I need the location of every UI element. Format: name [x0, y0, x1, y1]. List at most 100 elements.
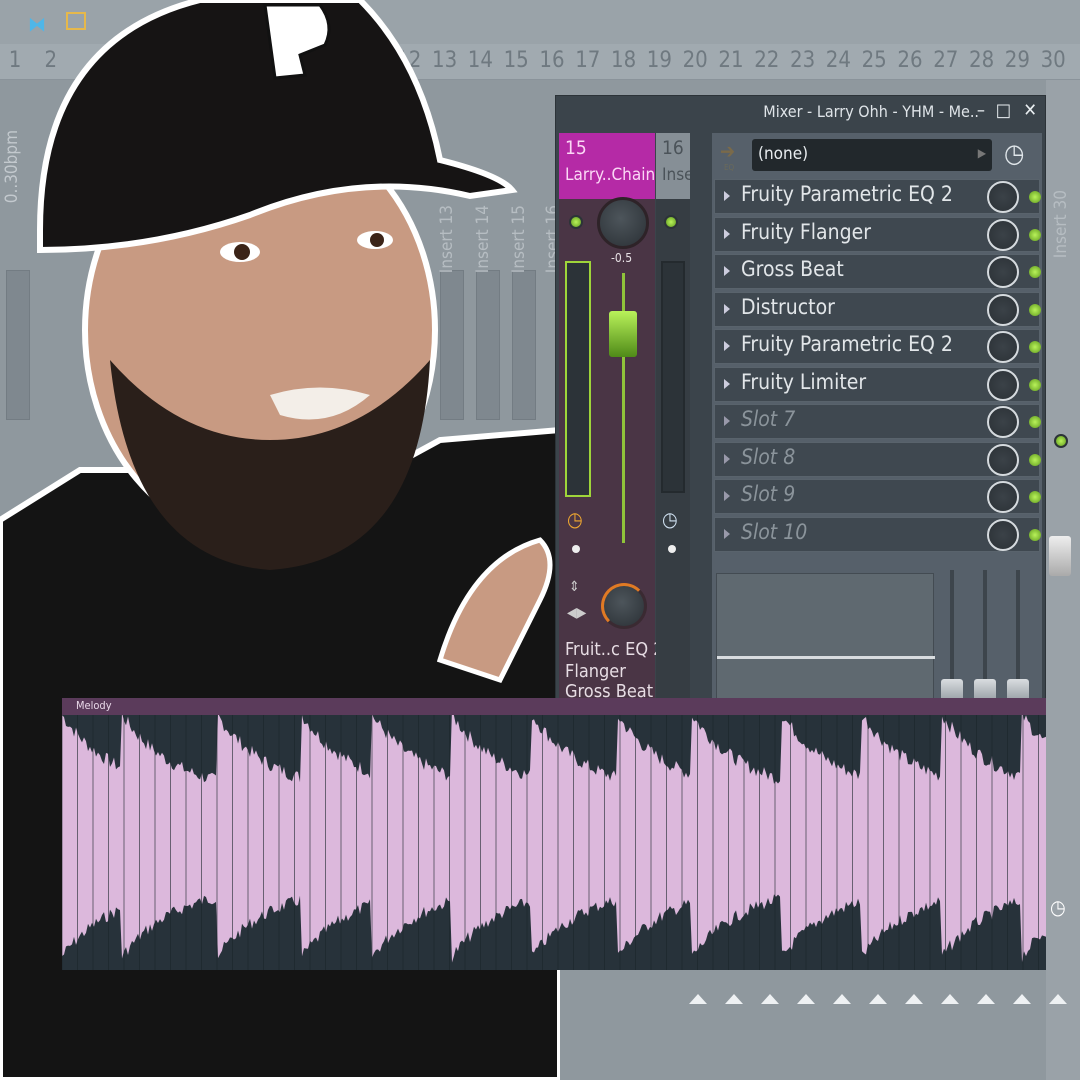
- strip-number: 16: [662, 137, 684, 159]
- mixer-window: Mixer - Larry Ohh - YHM - Me.. – □ ✕ 15 …: [555, 95, 1046, 705]
- slot-enable-led[interactable]: [1029, 416, 1041, 428]
- expand-arrow-icon[interactable]: [724, 341, 730, 351]
- expand-arrow-icon[interactable]: [724, 378, 730, 389]
- slot-enable-led[interactable]: [1029, 228, 1041, 241]
- eq-route-icon[interactable]: ➔: [720, 139, 735, 163]
- clock-icon[interactable]: ◷: [662, 507, 678, 531]
- mix-knob[interactable]: [987, 481, 1019, 513]
- maximize-button[interactable]: □: [996, 100, 1011, 121]
- expand-arrow-icon[interactable]: [724, 303, 730, 314]
- up-arrow-icon[interactable]: [833, 994, 851, 1004]
- eq-graph[interactable]: [716, 573, 935, 703]
- up-arrow-icon[interactable]: [689, 994, 707, 1004]
- chevron-right-icon: ▶: [977, 146, 986, 160]
- mix-knob[interactable]: [987, 406, 1019, 438]
- close-button[interactable]: ✕: [1023, 100, 1037, 121]
- up-arrow-icon[interactable]: [1049, 994, 1067, 1004]
- mix-knob[interactable]: [987, 518, 1019, 551]
- bar-number: 30: [1040, 48, 1066, 73]
- mute-led[interactable]: [569, 215, 583, 229]
- bar-number: 17: [575, 48, 601, 73]
- fx-slot[interactable]: Fruity Parametric EQ 2: [714, 329, 1041, 364]
- mix-knob[interactable]: [987, 293, 1019, 326]
- insert-label: Insert 14: [473, 205, 493, 274]
- preset-dropdown[interactable]: (none) ▶: [752, 139, 992, 171]
- fx-slot[interactable]: Gross Beat: [714, 254, 1041, 289]
- slot-name: Slot 7: [741, 407, 796, 431]
- slot-enable-led[interactable]: [1029, 303, 1041, 316]
- expand-arrow-icon[interactable]: [724, 266, 730, 276]
- pan-knob[interactable]: [597, 197, 649, 249]
- strip-header[interactable]: 15 Larry..Chain: [559, 133, 655, 199]
- clock-icon[interactable]: ◷: [1050, 895, 1066, 919]
- mix-knob[interactable]: [987, 331, 1019, 363]
- fx-slot[interactable]: Slot 8: [714, 441, 1041, 477]
- strip-header[interactable]: 16 Insert 16: [656, 133, 690, 199]
- up-arrow-icon[interactable]: [941, 994, 959, 1004]
- expand-arrow-icon[interactable]: [724, 191, 730, 201]
- clock-icon[interactable]: ◷: [1004, 139, 1024, 169]
- slot-enable-led[interactable]: [1029, 491, 1041, 503]
- mix-knob[interactable]: [987, 368, 1019, 401]
- mute-led[interactable]: [1054, 434, 1068, 448]
- mute-led[interactable]: [664, 215, 678, 229]
- up-arrow-icon[interactable]: [905, 994, 923, 1004]
- up-arrow-icon[interactable]: [977, 994, 995, 1004]
- mixer-strip-15[interactable]: 15 Larry..Chain -0.5 ◷ ⇕ ◀▶ Fruit..c EQ …: [559, 133, 664, 702]
- slot-enable-led[interactable]: [1029, 341, 1041, 353]
- expand-arrow-icon[interactable]: [724, 453, 730, 464]
- up-arrow-icon[interactable]: [761, 994, 779, 1004]
- expand-arrow-icon[interactable]: [724, 491, 730, 501]
- bar-number: 28: [969, 48, 995, 73]
- mix-knob[interactable]: [987, 218, 1019, 251]
- slot-enable-led[interactable]: [1029, 528, 1041, 541]
- strip-number: 15: [565, 137, 587, 159]
- fx-slot[interactable]: Distructor: [714, 291, 1041, 327]
- fx-slot[interactable]: Slot 9: [714, 479, 1041, 514]
- fx-slot[interactable]: Fruity Flanger: [714, 216, 1041, 252]
- phase-icon[interactable]: ◀▶: [567, 605, 586, 621]
- volume-fader[interactable]: [609, 311, 637, 357]
- slot-enable-led[interactable]: [1029, 453, 1041, 466]
- volume-fader[interactable]: [1049, 536, 1071, 576]
- up-arrow-icon[interactable]: [1013, 994, 1031, 1004]
- mixer-title: Mixer - Larry Ohh - YHM - Me..: [763, 102, 979, 121]
- peak-meter: [565, 261, 591, 497]
- clock-icon[interactable]: ◷: [567, 507, 583, 531]
- slot-enable-led[interactable]: [1029, 266, 1041, 278]
- stereo-knob[interactable]: [601, 583, 647, 629]
- strip-name: Larry..Chain: [565, 165, 656, 185]
- strip-name: Insert 16: [662, 165, 690, 185]
- minimize-button[interactable]: –: [977, 100, 985, 121]
- mix-knob[interactable]: [987, 181, 1019, 213]
- clip-header[interactable]: Melody: [62, 698, 1046, 715]
- mixer-strip-16[interactable]: 16 Insert 16 ◷: [656, 133, 690, 701]
- slot-enable-led[interactable]: [1029, 378, 1041, 391]
- expand-arrow-icon[interactable]: [724, 416, 730, 426]
- up-arrow-icon[interactable]: [869, 994, 887, 1004]
- mix-knob[interactable]: [987, 443, 1019, 476]
- dot-icon: [668, 545, 676, 553]
- fx-slot[interactable]: Fruity Parametric EQ 2: [714, 179, 1041, 214]
- fx-slot[interactable]: Slot 7: [714, 404, 1041, 439]
- slot-name: Slot 10: [741, 519, 808, 544]
- eq-curve: [717, 656, 935, 659]
- peak-meter: [661, 261, 685, 493]
- slot-name: Fruity Limiter: [741, 369, 867, 394]
- fx-slot[interactable]: Fruity Limiter: [714, 366, 1041, 402]
- slot-name: Distructor: [741, 294, 835, 319]
- fx-label: Fruit..c EQ 2: [565, 639, 664, 660]
- waveform: [62, 715, 1046, 970]
- expand-arrow-icon[interactable]: [724, 528, 730, 539]
- bar-number: 27: [933, 48, 959, 73]
- stereo-swap-icon[interactable]: ⇕: [569, 579, 580, 595]
- up-arrow-icon[interactable]: [725, 994, 743, 1004]
- dot-icon: [572, 545, 580, 553]
- up-arrow-icon[interactable]: [797, 994, 815, 1004]
- expand-arrow-icon[interactable]: [724, 228, 730, 239]
- bar-number: 20: [682, 48, 708, 73]
- audio-clip-melody[interactable]: Melody: [62, 698, 1046, 970]
- slot-enable-led[interactable]: [1029, 191, 1041, 203]
- mix-knob[interactable]: [987, 256, 1019, 288]
- fx-slot[interactable]: Slot 10: [714, 516, 1041, 552]
